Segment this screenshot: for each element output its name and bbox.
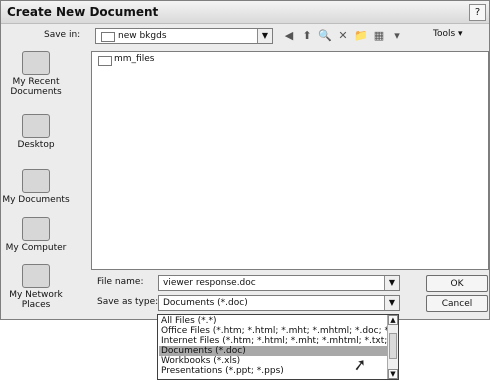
network-icon: [22, 264, 50, 288]
views-icon[interactable]: ▦: [371, 28, 387, 44]
scroll-down-icon[interactable]: ▼: [388, 369, 398, 379]
file-name-value: viewer response.doc: [163, 278, 256, 288]
save-in-label: Save in:: [44, 30, 81, 40]
views-dropdown-icon[interactable]: ▾: [389, 28, 405, 44]
place-desktop[interactable]: Desktop: [1, 114, 71, 150]
back-icon[interactable]: ◀: [281, 28, 297, 44]
file-name: mm_files: [114, 54, 155, 64]
places-bar: My Recent Documents Desktop My Documents…: [1, 51, 71, 316]
save-as-type-label: Save as type:: [97, 297, 159, 307]
file-list[interactable]: mm_files: [91, 51, 489, 270]
new-folder-icon[interactable]: 📁: [353, 28, 369, 44]
tools-menu[interactable]: Tools ▾: [433, 29, 463, 39]
file-name-label: File name:: [97, 277, 144, 287]
delete-icon[interactable]: ✕: [335, 28, 351, 44]
place-my-recent-documents[interactable]: My Recent Documents: [1, 51, 71, 97]
recent-docs-icon: [22, 51, 50, 75]
dropdown-option[interactable]: Office Files (*.htm; *.html; *.mht; *.mh…: [159, 326, 389, 336]
place-label: My Computer: [5, 243, 67, 253]
place-my-computer[interactable]: My Computer: [1, 217, 71, 253]
place-my-network-places[interactable]: My Network Places: [1, 264, 71, 310]
save-as-type-dropdown-icon[interactable]: ▼: [384, 296, 399, 310]
cancel-button[interactable]: Cancel: [426, 295, 488, 312]
place-my-documents[interactable]: My Documents: [1, 169, 71, 205]
search-web-icon[interactable]: 🔍: [317, 28, 333, 44]
save-in-value: new bkgds: [118, 31, 167, 41]
help-icon[interactable]: ?: [469, 4, 486, 21]
up-folder-icon[interactable]: ⬆: [299, 28, 315, 44]
dropdown-scrollbar[interactable]: ▲ ▼: [387, 315, 398, 379]
tools-chevron-icon: ▾: [458, 29, 463, 39]
place-label: Desktop: [17, 140, 55, 150]
ok-button[interactable]: OK: [426, 275, 488, 292]
dropdown-option[interactable]: All Files (*.*): [159, 316, 389, 326]
place-label: My Network Places: [9, 290, 63, 310]
save-as-type-value: Documents (*.doc): [163, 298, 248, 308]
file-name-field[interactable]: viewer response.doc ▼: [158, 275, 400, 291]
title-bar: Create New Document ?: [1, 1, 489, 24]
folder-icon: [101, 32, 115, 42]
desktop-icon: [22, 114, 50, 138]
mouse-cursor-icon: ➚: [351, 354, 368, 375]
tools-label: Tools: [433, 29, 456, 39]
folder-icon: [98, 56, 112, 66]
dropdown-option[interactable]: Internet Files (*.htm; *.html; *.mht; *.…: [159, 336, 389, 346]
scroll-up-icon[interactable]: ▲: [388, 315, 398, 325]
scroll-thumb[interactable]: [389, 333, 397, 359]
dialog-title: Create New Document: [7, 5, 159, 19]
chevron-down-icon[interactable]: ▼: [257, 29, 272, 43]
file-name-dropdown-icon[interactable]: ▼: [384, 276, 399, 290]
place-label: My Recent Documents: [10, 77, 62, 97]
place-label: My Documents: [2, 195, 70, 205]
documents-icon: [22, 169, 50, 193]
save-as-type-select[interactable]: Documents (*.doc) ▼: [158, 295, 400, 311]
save-in-dropdown[interactable]: new bkgds ▼: [95, 28, 273, 44]
computer-icon: [22, 217, 50, 241]
create-new-document-dialog: Create New Document ? Save in: new bkgds…: [0, 0, 490, 320]
